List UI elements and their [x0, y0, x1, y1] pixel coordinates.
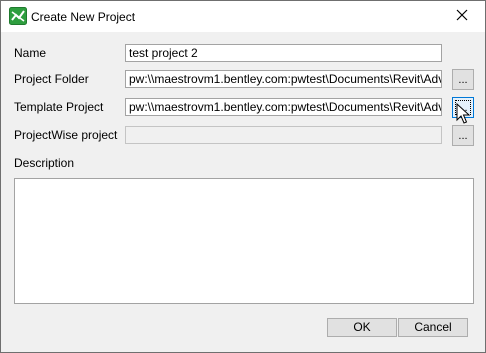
projectwise-project-label: ProjectWise project [14, 128, 118, 142]
mouse-cursor-icon [456, 102, 471, 125]
name-field[interactable]: test project 2 [125, 44, 442, 62]
project-folder-label: Project Folder [14, 72, 89, 86]
projectwise-project-browse-button[interactable]: ... [452, 125, 474, 146]
template-project-label: Template Project [14, 100, 104, 114]
ok-button[interactable]: OK [327, 318, 397, 337]
dialog-title: Create New Project [31, 10, 136, 24]
close-icon [456, 9, 468, 24]
cancel-button[interactable]: Cancel [398, 318, 468, 337]
project-folder-field[interactable]: pw:\\maestrovm1.bentley.com:pwtest\Docum… [125, 70, 442, 88]
projectwise-project-field [125, 126, 442, 144]
title-bar[interactable]: Create New Project [1, 1, 485, 32]
description-label: Description [14, 156, 75, 170]
create-new-project-dialog: Create New Project Name test project 2 P… [0, 0, 486, 353]
name-label: Name [14, 46, 47, 60]
template-project-field[interactable]: pw:\\maestrovm1.bentley.com:pwtest\Docum… [125, 98, 442, 116]
projectwise-project-browse-label: ... [458, 130, 468, 142]
close-button[interactable] [439, 1, 485, 32]
app-icon [9, 7, 27, 25]
project-folder-browse-label: ... [458, 74, 468, 86]
description-textarea[interactable] [14, 178, 474, 304]
project-folder-browse-button[interactable]: ... [452, 69, 474, 90]
